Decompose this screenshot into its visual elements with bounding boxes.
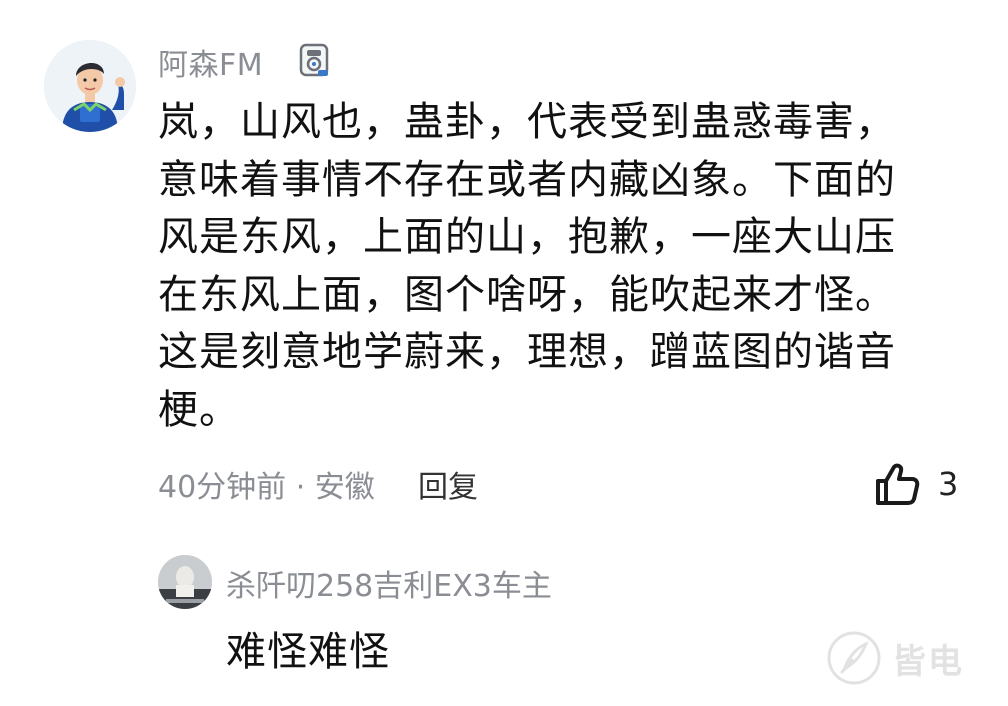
watermark: 皆电	[826, 628, 996, 688]
comment-line: 风是东风，上面的山，抱歉，一座大山压	[158, 214, 896, 260]
comment-line: 这是刻意地学蔚来，理想，蹭蓝图的谐音	[158, 329, 896, 375]
thumbs-up-icon	[876, 463, 920, 505]
comment-username[interactable]: 阿森FM	[158, 40, 263, 84]
watermark-text: 皆电	[892, 641, 964, 682]
medal-badge-icon	[298, 42, 332, 80]
comment-line: 意味着事情不存在或者内藏凶象。下面的	[158, 156, 896, 203]
avatar[interactable]	[44, 40, 136, 132]
comment-text: 岚，山风也，蛊卦，代表受到蛊惑毒害， 意味着事情不存在或者内藏凶象。下面的 风是…	[158, 94, 978, 439]
like-button[interactable]: 3	[872, 458, 958, 510]
comment-meta: 40分钟前 · 安徽	[158, 470, 375, 505]
avatar-image	[44, 40, 136, 132]
reply-avatar-image	[158, 555, 212, 609]
reply-username[interactable]: 杀阡叨258吉利EX3车主	[226, 562, 552, 604]
comment-line: 在东风上面，图个啥呀，能吹起来才怪。	[158, 271, 896, 318]
comment-line: 岚，山风也，蛊卦，代表受到蛊惑毒害，	[158, 99, 896, 145]
feather-logo-icon	[827, 631, 881, 685]
comment-line: 梗。	[158, 386, 240, 433]
reply-avatar[interactable]	[158, 555, 212, 609]
reply-text: 难怪难怪	[226, 629, 390, 675]
reply-button[interactable]: 回复	[418, 462, 478, 506]
like-count: 3	[938, 465, 959, 503]
